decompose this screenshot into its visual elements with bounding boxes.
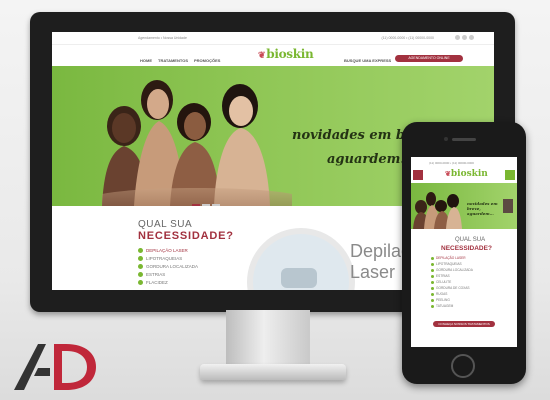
check-icon [138, 271, 143, 277]
home-button[interactable] [451, 354, 475, 378]
list-item[interactable]: TATUAGEM [431, 303, 473, 309]
monitor-base [200, 364, 346, 380]
treatments-button[interactable]: CONHEÇA NOSSOS TRATAMENTOS [433, 321, 495, 327]
check-icon [431, 286, 434, 290]
check-icon [431, 298, 434, 302]
mobile-hero: novidades em breve, aguardem... [411, 183, 517, 229]
check-icon [431, 304, 434, 308]
main-menu: HOME TRATAMENTOS PROMOÇÕES [140, 58, 220, 63]
check-icon [138, 263, 143, 269]
topbar-contact[interactable]: Agendamento • Nossa Unidade [138, 36, 187, 40]
mobile-question-line2: NECESSIDADE? [441, 245, 492, 252]
needs-question-line2: NECESSIDADE? [138, 230, 234, 242]
list-item[interactable]: GORDURA LOCALIZADA [138, 262, 198, 270]
whatsapp-icon[interactable] [505, 170, 515, 180]
check-icon [431, 280, 434, 284]
nav-promotions[interactable]: PROMOÇÕES [194, 58, 220, 63]
menu-icon[interactable] [413, 170, 423, 180]
site-navbar: HOME TRATAMENTOS PROMOÇÕES ❦bioskin BUSQ… [52, 44, 494, 66]
online-booking-button[interactable]: AGENDAMENTO ONLINE [395, 55, 463, 62]
hero-models-image [102, 80, 292, 206]
speaker-grille [452, 138, 476, 141]
mobile-question-line1: QUAL SUA [455, 237, 486, 243]
site-logo[interactable]: ❦bioskin [258, 47, 314, 61]
mobile-website: (11) 0000-0000 • (11) 00000-0000 ❦bioski… [411, 157, 517, 347]
mobile-hero-models-image [413, 192, 462, 229]
hero-badge [503, 199, 513, 213]
monitor-stand [226, 310, 310, 368]
treatment-image [247, 228, 355, 290]
mobile-topbar: (11) 0000-0000 • (11) 00000-0000 [429, 161, 474, 165]
hero-subheadline: aguardem... [327, 152, 414, 167]
bioskin-logo-icon: ❦ [258, 51, 266, 61]
check-icon [431, 268, 434, 272]
mobile-phone: (11) 0000-0000 • (11) 00000-0000 ❦bioski… [402, 122, 526, 384]
check-icon [431, 262, 434, 266]
check-icon [431, 274, 434, 278]
list-item[interactable]: LIPOTRAQUEIAS [138, 254, 198, 262]
mobile-hero-headline: novidades em breve, aguardem... [467, 201, 498, 216]
check-icon [138, 255, 143, 261]
needs-question-line1: QUAL SUA [138, 219, 193, 230]
social-icons[interactable] [455, 35, 474, 40]
needs-list: DEPILAÇÃO LASER LIPOTRAQUEIAS GORDURA LO… [138, 246, 198, 286]
slider-dots[interactable] [192, 204, 220, 206]
mobile-logo[interactable]: ❦bioskin [445, 169, 488, 179]
treatment-title-line2: Laser [350, 262, 396, 282]
list-item[interactable]: DEPILAÇÃO LASER [138, 246, 198, 254]
check-icon [138, 247, 143, 253]
nav-home[interactable]: HOME [140, 58, 152, 63]
topbar-phones: (11) 0000-0000 • (11) 00000-0000 [381, 36, 434, 40]
list-item[interactable]: FLACIDEZ [138, 278, 198, 286]
camera-icon [444, 137, 448, 141]
list-item[interactable]: ESTRIAS [138, 270, 198, 278]
check-icon [431, 256, 434, 260]
check-icon [431, 292, 434, 296]
check-icon [138, 279, 143, 285]
mobile-needs-list: DEPILAÇÃO LASER LIPOTRAQUEIAS GORDURA LO… [431, 255, 473, 309]
agency-logo [14, 344, 96, 390]
nav-treatments[interactable]: TRATAMENTOS [158, 58, 188, 63]
nav-search-express[interactable]: BUSQUE UMA EXPRESS [344, 58, 391, 63]
